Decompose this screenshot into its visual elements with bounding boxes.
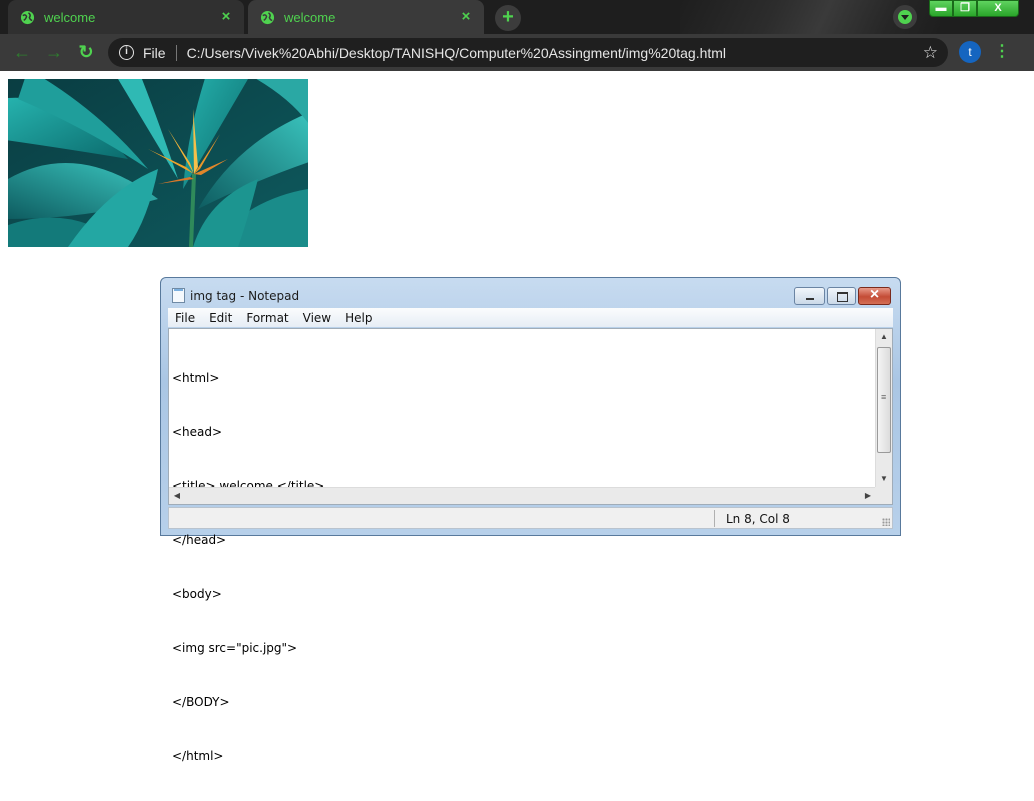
forward-arrow-icon[interactable]: →	[42, 40, 66, 64]
cursor-position: Ln 8, Col 8	[726, 512, 790, 526]
status-divider	[714, 510, 715, 527]
menu-view[interactable]: View	[296, 311, 338, 325]
code-line: </html>	[172, 749, 224, 763]
tab-search-button[interactable]	[893, 5, 917, 29]
bookmark-star-icon[interactable]: ☆	[923, 43, 938, 63]
window-maximize-button[interactable]: ❐	[953, 0, 977, 17]
reload-icon[interactable]: ↻	[74, 40, 98, 64]
notepad-menubar: File Edit Format View Help	[168, 308, 893, 327]
notepad-maximize-button[interactable]	[827, 287, 856, 305]
tab-title: welcome	[44, 9, 96, 25]
scroll-up-arrow-icon[interactable]: ▲	[876, 329, 892, 345]
vertical-scroll-thumb[interactable]	[877, 347, 891, 453]
menu-file[interactable]: File	[168, 311, 202, 325]
code-line: </head>	[172, 533, 227, 547]
notepad-window-title: img tag - Notepad	[190, 289, 300, 303]
notepad-titlebar[interactable]: img tag - Notepad	[161, 278, 900, 308]
code-line: </BODY>	[172, 695, 230, 709]
scroll-right-arrow-icon[interactable]: ▶	[860, 488, 876, 504]
address-scheme: File	[143, 44, 166, 61]
tab-close-icon[interactable]: ×	[458, 9, 474, 25]
tab-title: welcome	[284, 9, 336, 25]
menu-help[interactable]: Help	[338, 311, 379, 325]
scroll-left-arrow-icon[interactable]: ◀	[169, 488, 185, 504]
page-image-tropical-leaves	[8, 79, 308, 247]
profile-avatar[interactable]: t	[959, 41, 981, 63]
notepad-statusbar: Ln 8, Col 8	[168, 507, 893, 529]
new-tab-button[interactable]: +	[495, 5, 521, 31]
menu-edit[interactable]: Edit	[202, 311, 239, 325]
window-close-button[interactable]: X	[977, 0, 1019, 17]
window-minimize-button[interactable]: ▬	[929, 0, 953, 17]
globe-icon	[20, 10, 35, 24]
globe-icon	[260, 10, 275, 24]
chevron-down-icon	[898, 10, 912, 24]
browser-toolbar: ← → ↻ i File C:/Users/Vivek%20Abhi/Deskt…	[0, 34, 1034, 71]
notepad-close-button[interactable]	[858, 286, 891, 305]
code-line: <img src="pic.jpg">	[172, 641, 298, 655]
tab-close-icon[interactable]: ×	[218, 9, 234, 25]
leaves-flower-image	[8, 79, 308, 247]
address-divider	[175, 44, 177, 61]
notepad-minimize-button[interactable]	[794, 287, 825, 305]
code-line: <body>	[172, 587, 222, 601]
scrollbar-corner	[875, 487, 892, 504]
tab-strip: welcome × welcome × + ▬ ❐ X	[0, 0, 1034, 34]
notepad-window: img tag - Notepad File Edit Format View …	[160, 277, 901, 763]
notepad-text[interactable]: <html> <head> <title> welcome </title> <…	[172, 333, 324, 801]
notepad-app-icon	[172, 288, 185, 303]
code-line: <html>	[172, 371, 220, 385]
kebab-menu-icon[interactable]: ⋮	[994, 41, 1010, 63]
code-line: <head>	[172, 425, 223, 439]
scroll-down-arrow-icon[interactable]: ▼	[876, 471, 892, 487]
info-icon[interactable]: i	[119, 45, 134, 60]
notepad-text-area[interactable]: <html> <head> <title> welcome </title> <…	[168, 328, 893, 763]
vertical-scrollbar[interactable]: ▲ ▼	[875, 329, 892, 487]
address-url[interactable]: C:/Users/Vivek%20Abhi/Desktop/TANISHQ/Co…	[187, 45, 923, 61]
tab-welcome-2[interactable]: welcome ×	[248, 0, 484, 34]
resize-grip-icon[interactable]	[882, 518, 890, 526]
menu-format[interactable]: Format	[239, 311, 295, 325]
horizontal-scrollbar[interactable]: ◀ ▶	[169, 487, 876, 504]
address-bar[interactable]: i File C:/Users/Vivek%20Abhi/Desktop/TAN…	[108, 38, 948, 67]
back-arrow-icon[interactable]: ←	[10, 40, 34, 64]
tab-welcome-1[interactable]: welcome ×	[8, 0, 244, 34]
